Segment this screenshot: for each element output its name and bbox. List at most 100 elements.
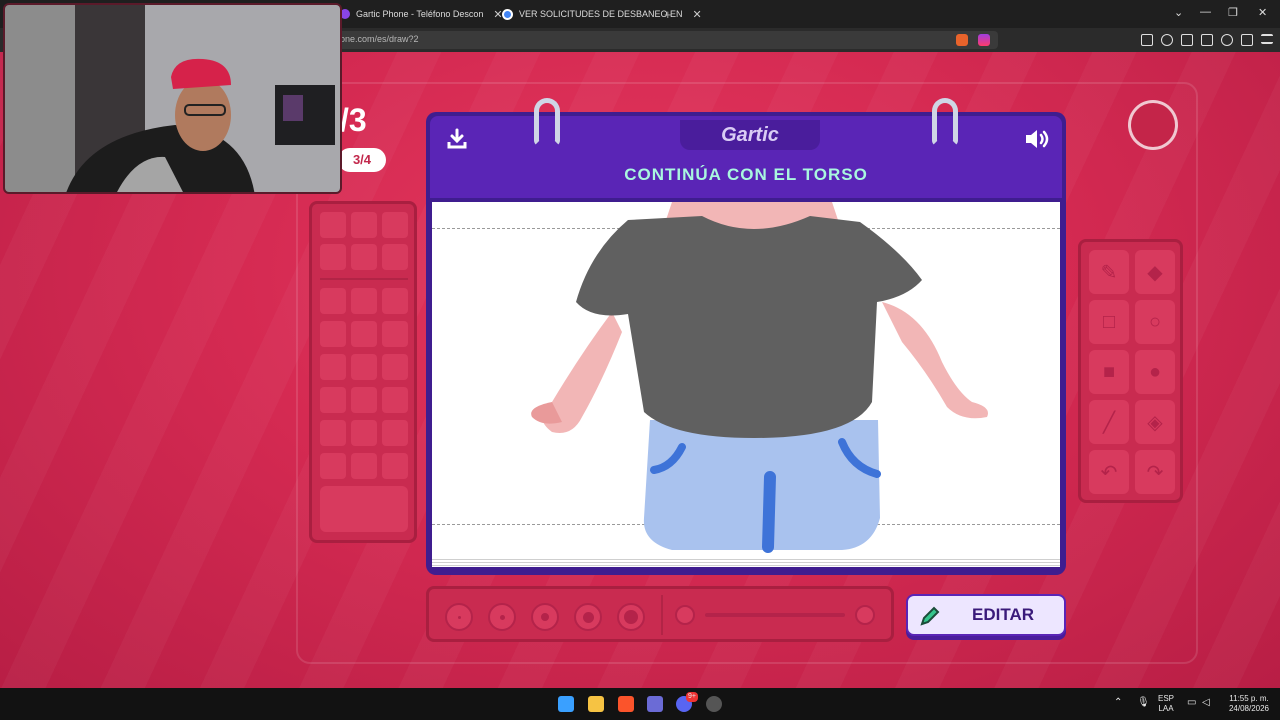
- round-counter: /3: [340, 102, 367, 138]
- color-swatch[interactable]: [382, 244, 408, 270]
- url-text: one.com/es/draw?2: [340, 34, 419, 44]
- timer-indicator: [1128, 100, 1178, 150]
- brave-shield-icon[interactable]: [956, 34, 968, 46]
- zipper-stroke: [762, 471, 776, 553]
- volume-icon[interactable]: [1024, 128, 1054, 150]
- windows-start-icon[interactable]: [558, 696, 574, 712]
- opacity-slider[interactable]: [705, 613, 845, 617]
- palette-divider: [320, 278, 408, 280]
- color-swatch[interactable]: [382, 354, 408, 380]
- obs-icon[interactable]: [706, 696, 722, 712]
- media-icon[interactable]: [1161, 34, 1173, 46]
- close-tab-icon[interactable]: ✕: [693, 8, 702, 21]
- tab-desbaneo[interactable]: VER SOLICITUDES DE DESBANEO EN ✕: [502, 4, 702, 24]
- brush-size-2[interactable]: [488, 603, 516, 631]
- color-swatch[interactable]: [382, 453, 408, 479]
- drawing-canvas[interactable]: [432, 202, 1060, 558]
- keyboard-layout: LAA: [1158, 704, 1174, 713]
- brush-size-5[interactable]: [617, 603, 645, 631]
- file-explorer-icon[interactable]: [588, 696, 604, 712]
- color-swatch[interactable]: [382, 420, 408, 446]
- square-outline-icon[interactable]: □: [1089, 300, 1129, 344]
- close-window-icon[interactable]: ✕: [1258, 6, 1267, 19]
- color-swatch[interactable]: [351, 387, 377, 413]
- edit-button-label: EDITAR: [971, 605, 1034, 624]
- square-filled-icon[interactable]: ■: [1089, 350, 1129, 394]
- color-swatch[interactable]: [351, 321, 377, 347]
- clock-date: 24/08/2026: [1228, 704, 1270, 713]
- color-swatch[interactable]: [382, 387, 408, 413]
- color-swatch[interactable]: [351, 288, 377, 314]
- notebook-pages: [432, 557, 1060, 567]
- color-swatch[interactable]: [320, 321, 346, 347]
- wallet-icon[interactable]: [1201, 34, 1213, 46]
- drawing-strokes: [531, 202, 988, 553]
- color-swatch[interactable]: [382, 288, 408, 314]
- color-swatch[interactable]: [320, 420, 346, 446]
- fill-bucket-icon[interactable]: ◈: [1135, 400, 1175, 444]
- maximize-icon[interactable]: ❐: [1228, 6, 1238, 19]
- eraser-icon[interactable]: ◆: [1135, 250, 1175, 294]
- circle-outline-icon[interactable]: ○: [1135, 300, 1175, 344]
- color-swatch[interactable]: [320, 354, 346, 380]
- color-swatch[interactable]: [351, 420, 377, 446]
- tshirt-stroke: [576, 216, 922, 438]
- brush-size-4[interactable]: [574, 603, 602, 631]
- opacity-slider-handle[interactable]: [855, 605, 875, 625]
- minimize-icon[interactable]: —: [1200, 6, 1211, 18]
- color-palette: [309, 201, 417, 543]
- line-icon[interactable]: ╱: [1089, 400, 1129, 444]
- microphone-icon[interactable]: 🎙: [1137, 698, 1150, 708]
- leo-ai-icon[interactable]: [1221, 34, 1233, 46]
- redo-icon[interactable]: ↷: [1135, 450, 1175, 494]
- google-favicon-icon: [502, 8, 513, 20]
- language-code: ESP: [1158, 694, 1175, 703]
- instruction-title: CONTINÚA CON EL TORSO: [624, 165, 868, 184]
- notebook-ring-left: [534, 98, 560, 146]
- color-swatch[interactable]: [382, 321, 408, 347]
- undo-icon[interactable]: ↶: [1089, 450, 1129, 494]
- brush-size-1[interactable]: [445, 603, 473, 631]
- tray-chevron-icon[interactable]: ⌃: [1114, 698, 1122, 708]
- notebook-ring-right: [932, 98, 958, 146]
- vpn-icon[interactable]: [1241, 34, 1253, 46]
- color-swatch[interactable]: [320, 387, 346, 413]
- brave-rewards-icon[interactable]: [978, 34, 990, 46]
- download-icon[interactable]: [446, 128, 468, 150]
- color-swatch[interactable]: [320, 244, 346, 270]
- color-swatch[interactable]: [351, 244, 377, 270]
- game-controller-icon[interactable]: [647, 696, 663, 712]
- color-swatch[interactable]: [320, 453, 346, 479]
- pencil-icon[interactable]: ✎: [1089, 250, 1129, 294]
- gartic-logo: Gartic: [680, 120, 820, 150]
- edit-button[interactable]: EDITAR: [906, 594, 1066, 636]
- notebook-header: Gartic CONTINÚA CON EL TORSO: [430, 116, 1062, 198]
- address-bar[interactable]: one.com/es/draw?2: [330, 31, 998, 49]
- color-swatch[interactable]: [320, 212, 346, 238]
- color-swatch[interactable]: [351, 354, 377, 380]
- network-icon[interactable]: ▭: [1187, 698, 1196, 708]
- color-swatch[interactable]: [351, 453, 377, 479]
- brave-browser-icon[interactable]: [618, 696, 634, 712]
- tool-panel: ✎ ◆ □ ○ ■ ● ╱ ◈ ↶ ↷: [1078, 239, 1183, 503]
- clock[interactable]: 11:55 p. m. 24/08/2026: [1222, 694, 1276, 714]
- circle-filled-icon[interactable]: ●: [1135, 350, 1175, 394]
- tab-search-icon[interactable]: ⌄: [1174, 6, 1183, 19]
- menu-icon[interactable]: [1261, 34, 1273, 44]
- color-swatch[interactable]: [320, 288, 346, 314]
- color-swatch[interactable]: [351, 212, 377, 238]
- pencil-icon: [920, 606, 940, 626]
- current-color-swatch[interactable]: [320, 486, 408, 532]
- tab-title: VER SOLICITUDES DE DESBANEO EN: [519, 9, 683, 19]
- sidebar-icon[interactable]: [1181, 34, 1193, 46]
- right-arm-stroke: [882, 302, 988, 419]
- extensions-icon[interactable]: [1141, 34, 1153, 46]
- new-tab-button[interactable]: +: [664, 4, 672, 24]
- clock-time: 11:55 p. m.: [1229, 694, 1269, 703]
- opacity-min-icon: [675, 605, 695, 625]
- volume-tray-icon[interactable]: ◁: [1202, 698, 1210, 708]
- language-indicator[interactable]: ESP LAA: [1158, 694, 1174, 714]
- brush-size-3[interactable]: [531, 603, 559, 631]
- tab-gartic[interactable]: Gartic Phone - Teléfono Descon ✕: [340, 4, 503, 24]
- color-swatch[interactable]: [382, 212, 408, 238]
